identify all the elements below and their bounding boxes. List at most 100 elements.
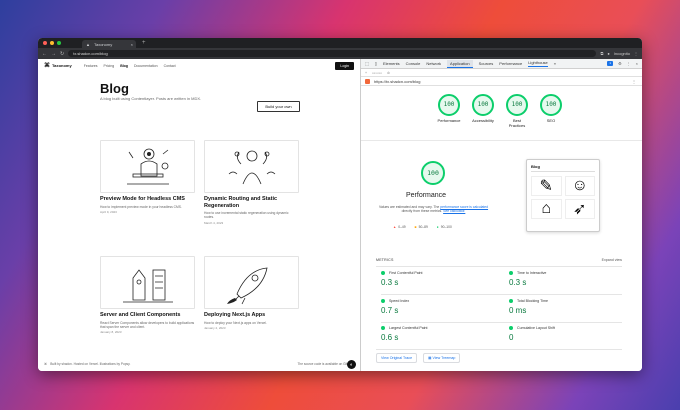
expand-view-toggle[interactable]: Expand view xyxy=(602,258,622,262)
category-gauges: 100 Performance 100 Accessibility 100 Be… xyxy=(361,91,642,141)
profile-label: Incognito xyxy=(613,51,630,56)
site-nav: ⌘ Taxonomy Features Pricing Blog Documen… xyxy=(38,59,360,72)
report-menu-icon[interactable]: ⋮ xyxy=(632,79,636,84)
page-title: Blog xyxy=(100,81,129,96)
lighthouse-toolbar: + ▭▭▭ ⊘ xyxy=(361,69,642,77)
metric-value: 0.7 s xyxy=(381,306,399,316)
pass-dot-icon xyxy=(381,326,385,331)
divider xyxy=(376,349,622,350)
post-card[interactable]: Server and Client Components React Serve… xyxy=(100,256,195,334)
performance-description: Values are estimated and may vary. The p… xyxy=(376,205,491,214)
gauge-label: Best Practices xyxy=(508,118,526,128)
tab-console[interactable]: Console xyxy=(406,61,421,66)
build-your-own-button[interactable]: Build your own xyxy=(257,101,300,112)
gauge-best-practices[interactable]: 100 Best Practices xyxy=(498,94,536,128)
nav-pricing[interactable]: Pricing xyxy=(104,64,115,68)
login-button[interactable]: Login xyxy=(335,61,354,70)
performance-big-gauge: 100 xyxy=(421,161,445,185)
more-tabs-icon[interactable]: » xyxy=(554,61,556,66)
tab-sources[interactable]: Sources xyxy=(479,61,494,66)
browser-window: ▲ Taxonomy × + ← → ↻ tx.shadcn.com/blog … xyxy=(38,38,642,371)
post-card[interactable]: Deploying Next.js Apps How to deploy you… xyxy=(204,256,299,330)
gauge-label: Performance xyxy=(437,118,461,123)
extensions-icon[interactable]: ⧉ xyxy=(600,51,603,56)
clear-report-icon[interactable]: ⊘ xyxy=(387,71,390,75)
post-description: How to deploy your Next.js apps on Verce… xyxy=(204,320,267,325)
menu-kebab-icon[interactable]: ⋮ xyxy=(634,51,638,56)
settings-gear-icon[interactable]: ⚙ xyxy=(618,61,622,66)
post-card[interactable]: Dynamic Routing and Static Regeneration … xyxy=(204,140,299,225)
metric-lcp: Largest Contentful Paint 0.6 s xyxy=(381,326,428,342)
minimize-window-button[interactable] xyxy=(50,41,54,45)
tab-lighthouse[interactable]: Lighthouse xyxy=(528,60,548,67)
nav-blog[interactable]: Blog xyxy=(120,64,128,68)
site-logo[interactable]: ⌘ Taxonomy xyxy=(44,62,72,69)
thumbnail-card: ⌂ xyxy=(531,199,562,219)
footer-credits: Built by shadcn. Hosted on Vercel. Illus… xyxy=(50,362,131,366)
devtools-menu-icon[interactable]: ⋮ xyxy=(627,61,631,66)
pass-dot-icon xyxy=(509,271,513,276)
issues-badge[interactable]: 1 xyxy=(607,61,614,66)
device-toggle-icon[interactable]: ▯ xyxy=(375,61,377,66)
address-input[interactable]: tx.shadcn.com/blog xyxy=(68,50,597,57)
legend-pass: ● 90–100 xyxy=(437,225,452,229)
metric-speed-index: Speed Index 0.7 s xyxy=(381,299,409,315)
view-original-trace-button[interactable]: View Original Trace xyxy=(376,353,418,363)
profile-avatar-icon[interactable]: ● xyxy=(607,51,609,56)
theme-toggle-button[interactable]: ◐ xyxy=(347,360,356,369)
thumbnail-card: ☺ xyxy=(564,176,595,196)
metric-value: 0 ms xyxy=(509,306,527,316)
legend-average: ■ 50–89 xyxy=(415,225,428,229)
browser-tab[interactable]: ▲ Taxonomy × xyxy=(82,40,136,48)
devtools-close-icon[interactable]: × xyxy=(636,61,638,66)
brand-name: Taxonomy xyxy=(52,63,72,68)
divider xyxy=(381,322,622,323)
gauge-score: 100 xyxy=(540,94,562,116)
post-illustration xyxy=(100,140,195,193)
post-title: Dynamic Routing and Static Regeneration xyxy=(204,196,278,209)
metric-fcp: First Contentful Paint 0.3 s xyxy=(381,271,423,287)
metric-value: 0 xyxy=(509,333,514,343)
gauge-score: 100 xyxy=(472,94,494,116)
legend-label: 90–100 xyxy=(440,225,452,229)
score-legend: ▲ 0–49 ■ 50–89 ● 90–100 xyxy=(393,225,452,229)
tab-close-icon[interactable]: × xyxy=(131,42,133,47)
new-tab-icon[interactable]: + xyxy=(142,40,146,46)
metric-name: Largest Contentful Paint xyxy=(389,326,428,330)
nav-contact[interactable]: Contact xyxy=(164,64,176,68)
tab-performance[interactable]: Performance xyxy=(499,61,522,66)
post-illustration xyxy=(204,256,299,309)
gauge-accessibility[interactable]: 100 Accessibility xyxy=(464,94,502,124)
back-icon[interactable]: ← xyxy=(42,51,47,57)
view-treemap-button[interactable]: ▦ View Treemap xyxy=(423,353,461,363)
thumbnail-line xyxy=(531,171,595,172)
reload-icon[interactable]: ↻ xyxy=(60,51,64,57)
gauge-label: Accessibility xyxy=(472,118,494,123)
circle-icon: ● xyxy=(436,225,439,229)
footer-source: The source code is available on GitHub. xyxy=(297,362,354,366)
post-date: March 4, 2023 xyxy=(204,220,224,225)
triangle-icon: ▲ xyxy=(393,225,397,229)
close-window-button[interactable] xyxy=(43,41,47,45)
tab-network[interactable]: Network xyxy=(426,61,441,66)
pass-dot-icon xyxy=(381,271,385,276)
gauge-performance[interactable]: 100 Performance xyxy=(430,94,468,124)
report-url: https://tx.shadcn.com/blog xyxy=(374,78,421,84)
gauge-seo[interactable]: 100 SEO xyxy=(532,94,570,124)
metric-name: Cumulative Layout Shift xyxy=(517,326,555,330)
nav-documentation[interactable]: Documentation xyxy=(134,64,158,68)
metric-cls: Cumulative Layout Shift 0 xyxy=(509,326,555,342)
new-report-icon[interactable]: + xyxy=(365,71,367,75)
gauge-score: 100 xyxy=(506,94,528,116)
nav-features[interactable]: Features xyxy=(84,64,98,68)
post-card[interactable]: Preview Mode for Headless CMS How to imp… xyxy=(100,140,195,214)
forward-icon[interactable]: → xyxy=(51,51,56,57)
page-screenshot-thumbnail[interactable]: Blog ✎ ☺ ⌂ ➶ xyxy=(526,159,600,232)
tab-application[interactable]: Application xyxy=(447,59,473,68)
maximize-window-button[interactable] xyxy=(57,41,61,45)
report-select-icon[interactable]: ▭▭▭ xyxy=(372,71,382,75)
calculator-link[interactable]: See calculator. xyxy=(443,209,465,213)
address-bar-row: ← → ↻ tx.shadcn.com/blog ⧉ ● Incognito ⋮ xyxy=(38,48,642,59)
tab-elements[interactable]: Elements xyxy=(383,61,400,66)
inspect-icon[interactable]: ⬚ xyxy=(365,61,369,66)
